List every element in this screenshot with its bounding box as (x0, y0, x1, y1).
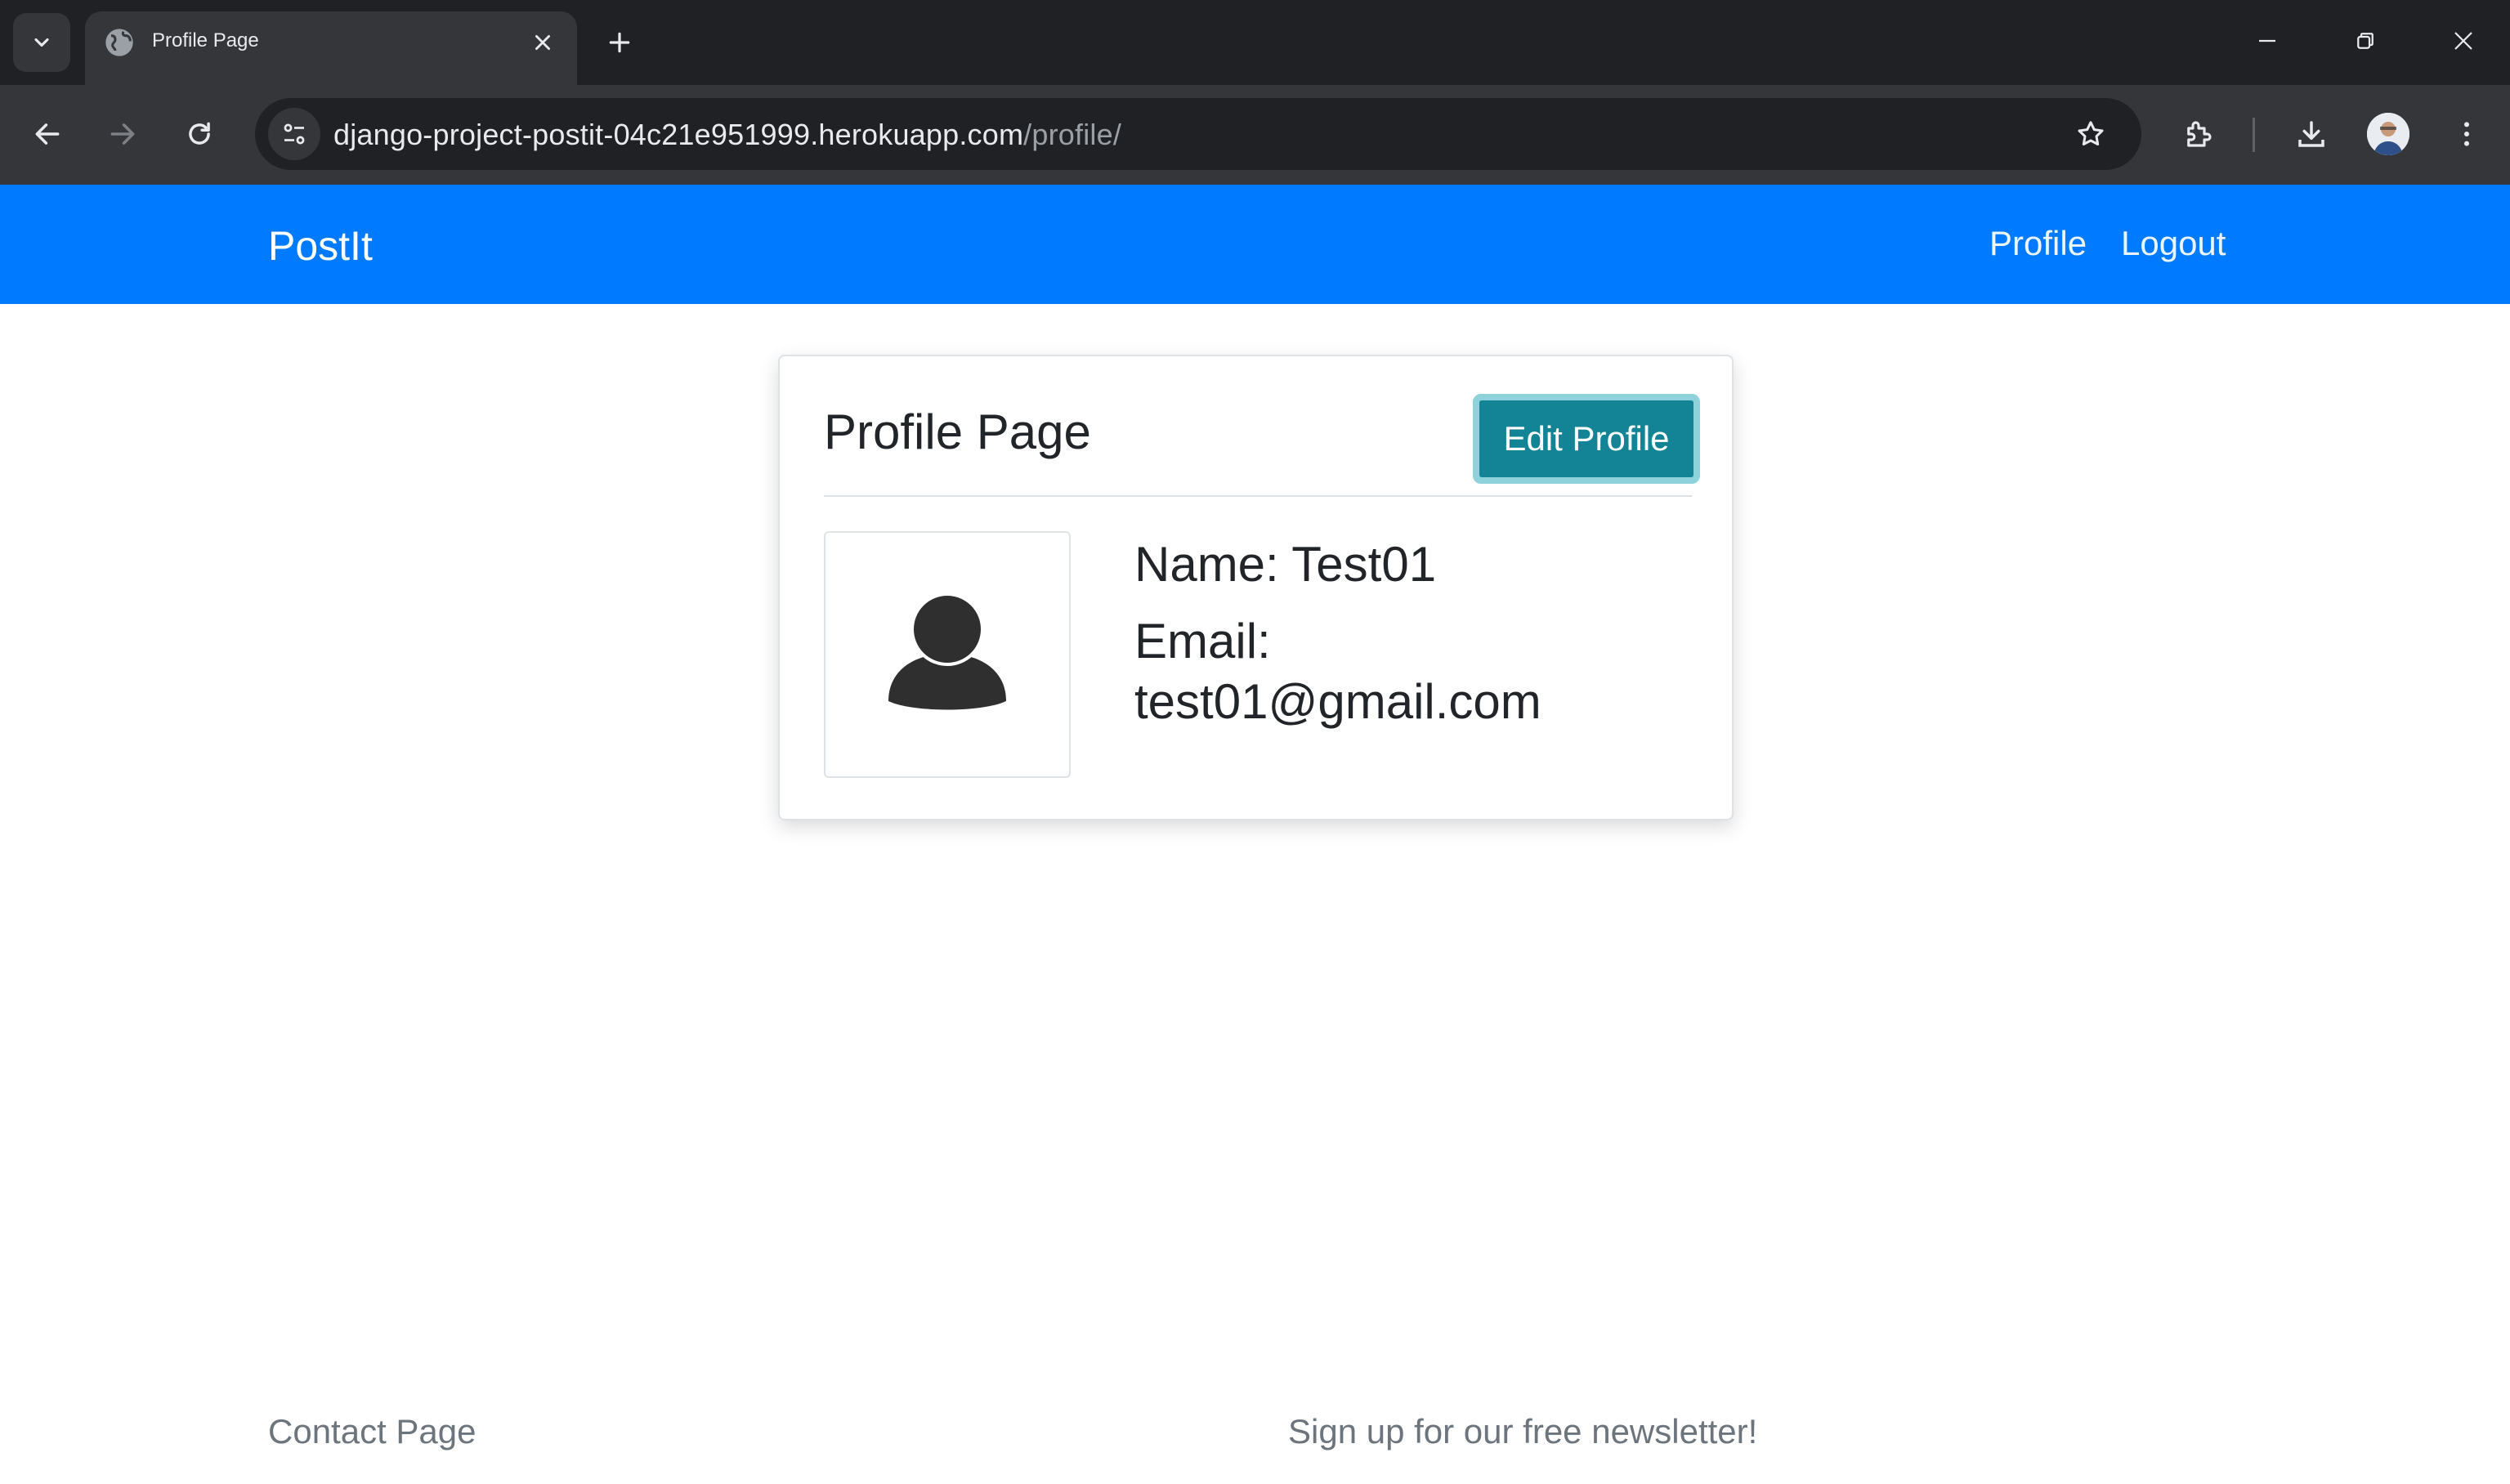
browser-menu-icon[interactable] (2444, 111, 2490, 157)
user-silhouette-icon (888, 593, 1006, 710)
reload-icon (189, 122, 210, 145)
bookmark-star-icon[interactable] (2071, 114, 2110, 154)
arrow-left-icon (35, 123, 60, 145)
back-button[interactable] (25, 111, 70, 157)
globe-icon (105, 29, 133, 56)
profile-avatar-button[interactable] (2365, 111, 2411, 157)
browser-toolbar: django-project-postit-04c21e951999.herok… (0, 85, 2510, 185)
nav-link-profile[interactable]: Profile (1989, 224, 2087, 263)
footer-newsletter-link[interactable]: Sign up for our free newsletter! (1288, 1412, 1757, 1451)
close-icon (2454, 32, 2472, 50)
footer-contact-link[interactable]: Contact Page (268, 1412, 476, 1451)
arrow-right-icon (110, 123, 135, 145)
divider (824, 495, 1692, 497)
close-tab-icon[interactable] (528, 28, 557, 57)
forward-button[interactable] (100, 111, 145, 157)
page-title: Profile Page (824, 405, 1091, 459)
plus-icon (609, 32, 630, 53)
restore-icon (2357, 33, 2374, 49)
chevron-down-icon (34, 38, 49, 47)
tab-title: Profile Page (152, 29, 259, 51)
browser-tab-active[interactable]: Profile Page (85, 11, 577, 85)
minimize-window-button[interactable] (2248, 21, 2287, 60)
url-path: /profile/ (1023, 118, 1122, 151)
tab-search-button[interactable] (13, 13, 70, 72)
brand-link[interactable]: PostIt (268, 222, 373, 270)
reload-button[interactable] (177, 111, 222, 157)
tune-icon (284, 123, 305, 145)
address-bar[interactable]: django-project-postit-04c21e951999.herok… (255, 98, 2141, 170)
profile-email-label: Email: (1134, 614, 1271, 668)
minimize-icon (2259, 39, 2275, 42)
site-info-button[interactable] (268, 108, 320, 160)
profile-name: Name: Test01 (1134, 537, 1437, 592)
close-window-button[interactable] (2444, 21, 2483, 60)
profile-email-value: test01@gmail.com (1134, 674, 1541, 729)
nav-link-logout[interactable]: Logout (2121, 224, 2226, 263)
url-text[interactable]: django-project-postit-04c21e951999.herok… (333, 118, 1121, 152)
edit-profile-button[interactable]: Edit Profile (1473, 394, 1700, 484)
download-icon[interactable] (2289, 111, 2334, 157)
avatar (2367, 113, 2409, 155)
restore-window-button[interactable] (2346, 21, 2385, 60)
browser-titlebar: Profile Page (0, 0, 2510, 85)
edit-profile-label: Edit Profile (1503, 419, 1670, 458)
url-host: django-project-postit-04c21e951999.herok… (333, 118, 1024, 151)
extensions-puzzle-icon[interactable] (2176, 111, 2221, 157)
site-navbar: PostIt Profile Logout (0, 185, 2510, 304)
profile-image (824, 531, 1071, 778)
toolbar-separator (2253, 118, 2255, 152)
profile-card: Profile Page Edit Profile Name: Test01 E… (778, 355, 1734, 820)
new-tab-button[interactable] (602, 25, 638, 60)
